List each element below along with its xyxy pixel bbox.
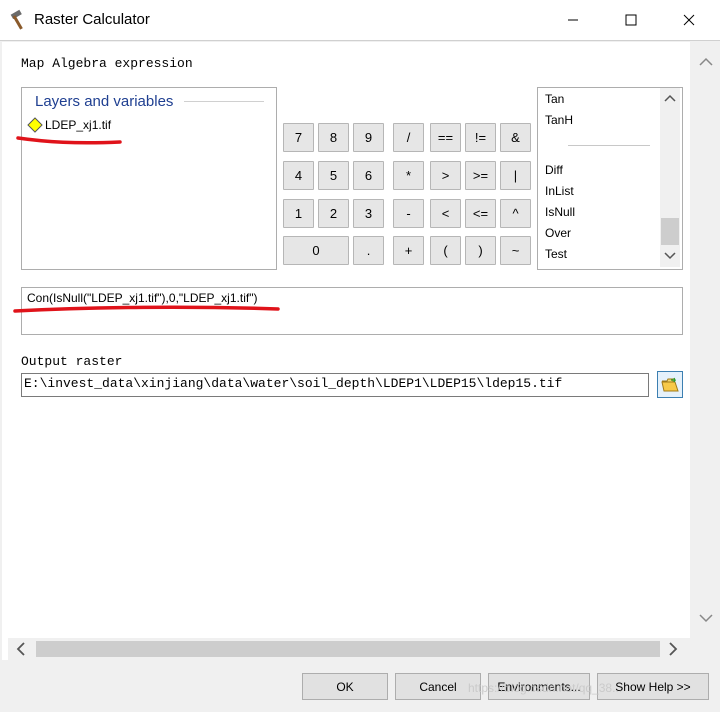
calc-key-button[interactable]: == — [430, 123, 461, 152]
calc-key-button[interactable]: 0 — [283, 236, 349, 265]
calc-key-button[interactable]: ^ — [500, 199, 531, 228]
scroll-down-icon[interactable] — [699, 612, 713, 626]
calc-key-button[interactable]: 1 — [283, 199, 314, 228]
open-folder-icon — [661, 377, 679, 391]
calc-key-button[interactable]: + — [393, 236, 424, 265]
calc-key-button[interactable]: & — [500, 123, 531, 152]
map-algebra-label: Map Algebra expression — [21, 56, 193, 71]
ok-button[interactable]: OK — [302, 673, 388, 700]
function-item[interactable]: Over — [545, 226, 571, 240]
browse-folder-button[interactable] — [657, 371, 683, 398]
function-item[interactable]: Test — [545, 247, 567, 261]
close-button[interactable] — [666, 0, 712, 40]
calc-key-button[interactable]: >= — [465, 161, 496, 190]
calc-key-button[interactable]: | — [500, 161, 531, 190]
watermark-text: https://blog.csdn.net/qq_38... — [468, 681, 623, 695]
scroll-down-icon[interactable] — [664, 250, 676, 264]
calc-key-button[interactable]: 5 — [318, 161, 349, 190]
function-item[interactable]: Tan — [545, 92, 564, 106]
calc-key-button[interactable]: 8 — [318, 123, 349, 152]
layer-item[interactable]: LDEP_xj1.tif — [45, 118, 111, 132]
function-group-divider — [568, 145, 650, 146]
function-item[interactable]: IsNull — [545, 205, 575, 219]
calc-key-button[interactable]: 7 — [283, 123, 314, 152]
scroll-up-icon[interactable] — [699, 56, 713, 70]
calc-key-button[interactable]: ) — [465, 236, 496, 265]
output-raster-label: Output raster — [21, 354, 123, 369]
calc-key-button[interactable]: < — [430, 199, 461, 228]
scroll-right-icon[interactable] — [668, 642, 678, 659]
calc-key-button[interactable]: > — [430, 161, 461, 190]
calc-key-button[interactable]: * — [393, 161, 424, 190]
layers-list[interactable] — [21, 87, 277, 270]
calc-key-button[interactable]: - — [393, 199, 424, 228]
output-raster-path[interactable]: E:\invest_data\xinjiang\data\water\soil_… — [24, 376, 562, 391]
calc-key-button[interactable]: 6 — [353, 161, 384, 190]
calc-key-button[interactable]: 2 — [318, 199, 349, 228]
maximize-button[interactable] — [608, 0, 654, 40]
hammer-icon — [8, 9, 30, 31]
function-item[interactable]: InList — [545, 184, 574, 198]
calc-key-button[interactable]: != — [465, 123, 496, 152]
function-item[interactable]: Diff — [545, 163, 563, 177]
horizontal-scroll-thumb[interactable] — [36, 641, 660, 657]
layers-header: Layers and variables — [35, 93, 174, 110]
scroll-up-icon[interactable] — [664, 92, 676, 106]
calc-key-button[interactable]: / — [393, 123, 424, 152]
red-underline-annotation — [16, 136, 122, 145]
layers-header-divider — [184, 101, 264, 102]
function-list-scroll-thumb[interactable] — [661, 218, 679, 245]
function-item[interactable]: TanH — [545, 113, 573, 127]
dialog-vertical-scrollbar[interactable] — [694, 44, 718, 634]
calc-key-button[interactable]: <= — [465, 199, 496, 228]
calc-key-button[interactable]: . — [353, 236, 384, 265]
red-underline-annotation — [13, 305, 280, 313]
calc-key-button[interactable]: 9 — [353, 123, 384, 152]
minimize-button[interactable] — [550, 0, 596, 40]
calc-key-button[interactable]: 4 — [283, 161, 314, 190]
window-title: Raster Calculator — [34, 11, 150, 28]
calc-key-button[interactable]: ~ — [500, 236, 531, 265]
calc-key-button[interactable]: 3 — [353, 199, 384, 228]
scroll-left-icon[interactable] — [16, 642, 26, 659]
calc-key-button[interactable]: ( — [430, 236, 461, 265]
